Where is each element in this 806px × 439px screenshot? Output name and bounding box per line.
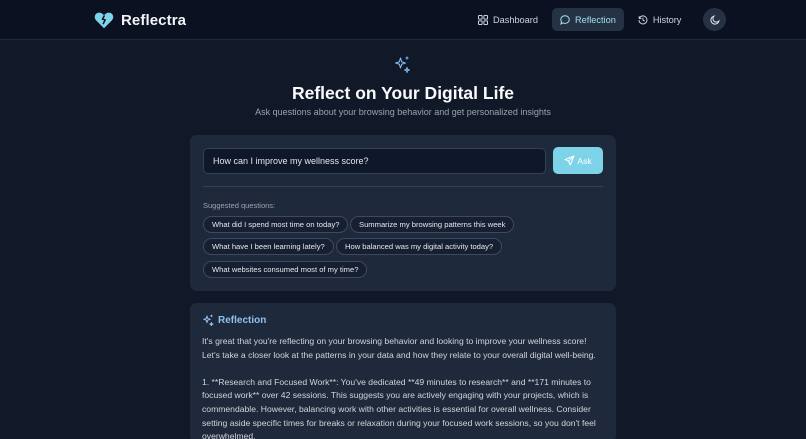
moon-icon <box>710 14 720 25</box>
ask-button-label: Ask <box>577 155 592 166</box>
reflection-body: It's great that you're reflecting on you… <box>202 335 606 439</box>
question-input[interactable] <box>203 148 546 174</box>
reflection-paragraph: It's great that you're reflecting on you… <box>202 336 596 360</box>
page-title: Reflect on Your Digital Life <box>291 83 514 103</box>
nav-history-label: History <box>652 14 682 25</box>
send-icon <box>564 155 575 166</box>
suggestion-chip[interactable]: What websites consumed most of my time? <box>203 261 368 278</box>
suggested-questions-label: Suggested questions: <box>203 201 276 210</box>
ask-button[interactable]: Ask <box>553 147 603 174</box>
nav-history[interactable]: History <box>630 8 690 31</box>
sparkles-icon <box>394 56 411 73</box>
chat-icon <box>560 14 570 25</box>
suggestion-chip[interactable]: How balanced was my digital activity tod… <box>336 238 503 255</box>
suggestion-chip[interactable]: Summarize my browsing patterns this week <box>350 216 515 233</box>
nav-dashboard[interactable]: Dashboard <box>470 8 546 31</box>
reflection-header: Reflection <box>202 314 266 326</box>
reflection-title: Reflection <box>218 314 267 326</box>
suggestion-chip[interactable]: What have I been learning lately? <box>203 238 334 255</box>
reflection-card: Reflection It's great that you're reflec… <box>190 303 616 439</box>
nav-reflection-label: Reflection <box>574 14 616 25</box>
nav-dashboard-label: Dashboard <box>493 14 538 25</box>
ask-card: Ask Suggested questions: What did I spen… <box>190 135 616 291</box>
heart-icon <box>93 9 115 31</box>
history-icon <box>638 14 648 24</box>
suggestion-chip[interactable]: What did I spend most time on today? <box>203 216 349 233</box>
brand[interactable]: Reflectra <box>93 8 186 32</box>
page-subtitle: Ask questions about your browsing behavi… <box>255 107 551 117</box>
nav-reflection[interactable]: Reflection <box>551 8 624 31</box>
top-navbar: Reflectra Dashboard Reflection History <box>0 0 806 40</box>
main-nav: Dashboard Reflection History <box>470 8 727 31</box>
grid-icon <box>478 14 488 25</box>
app-name: Reflectra <box>121 11 187 29</box>
reflection-paragraph: 1. **Research and Focused Work**: You've… <box>202 376 596 439</box>
sparkles-icon <box>203 314 214 326</box>
theme-toggle-button[interactable] <box>703 8 727 31</box>
divider <box>203 186 603 187</box>
